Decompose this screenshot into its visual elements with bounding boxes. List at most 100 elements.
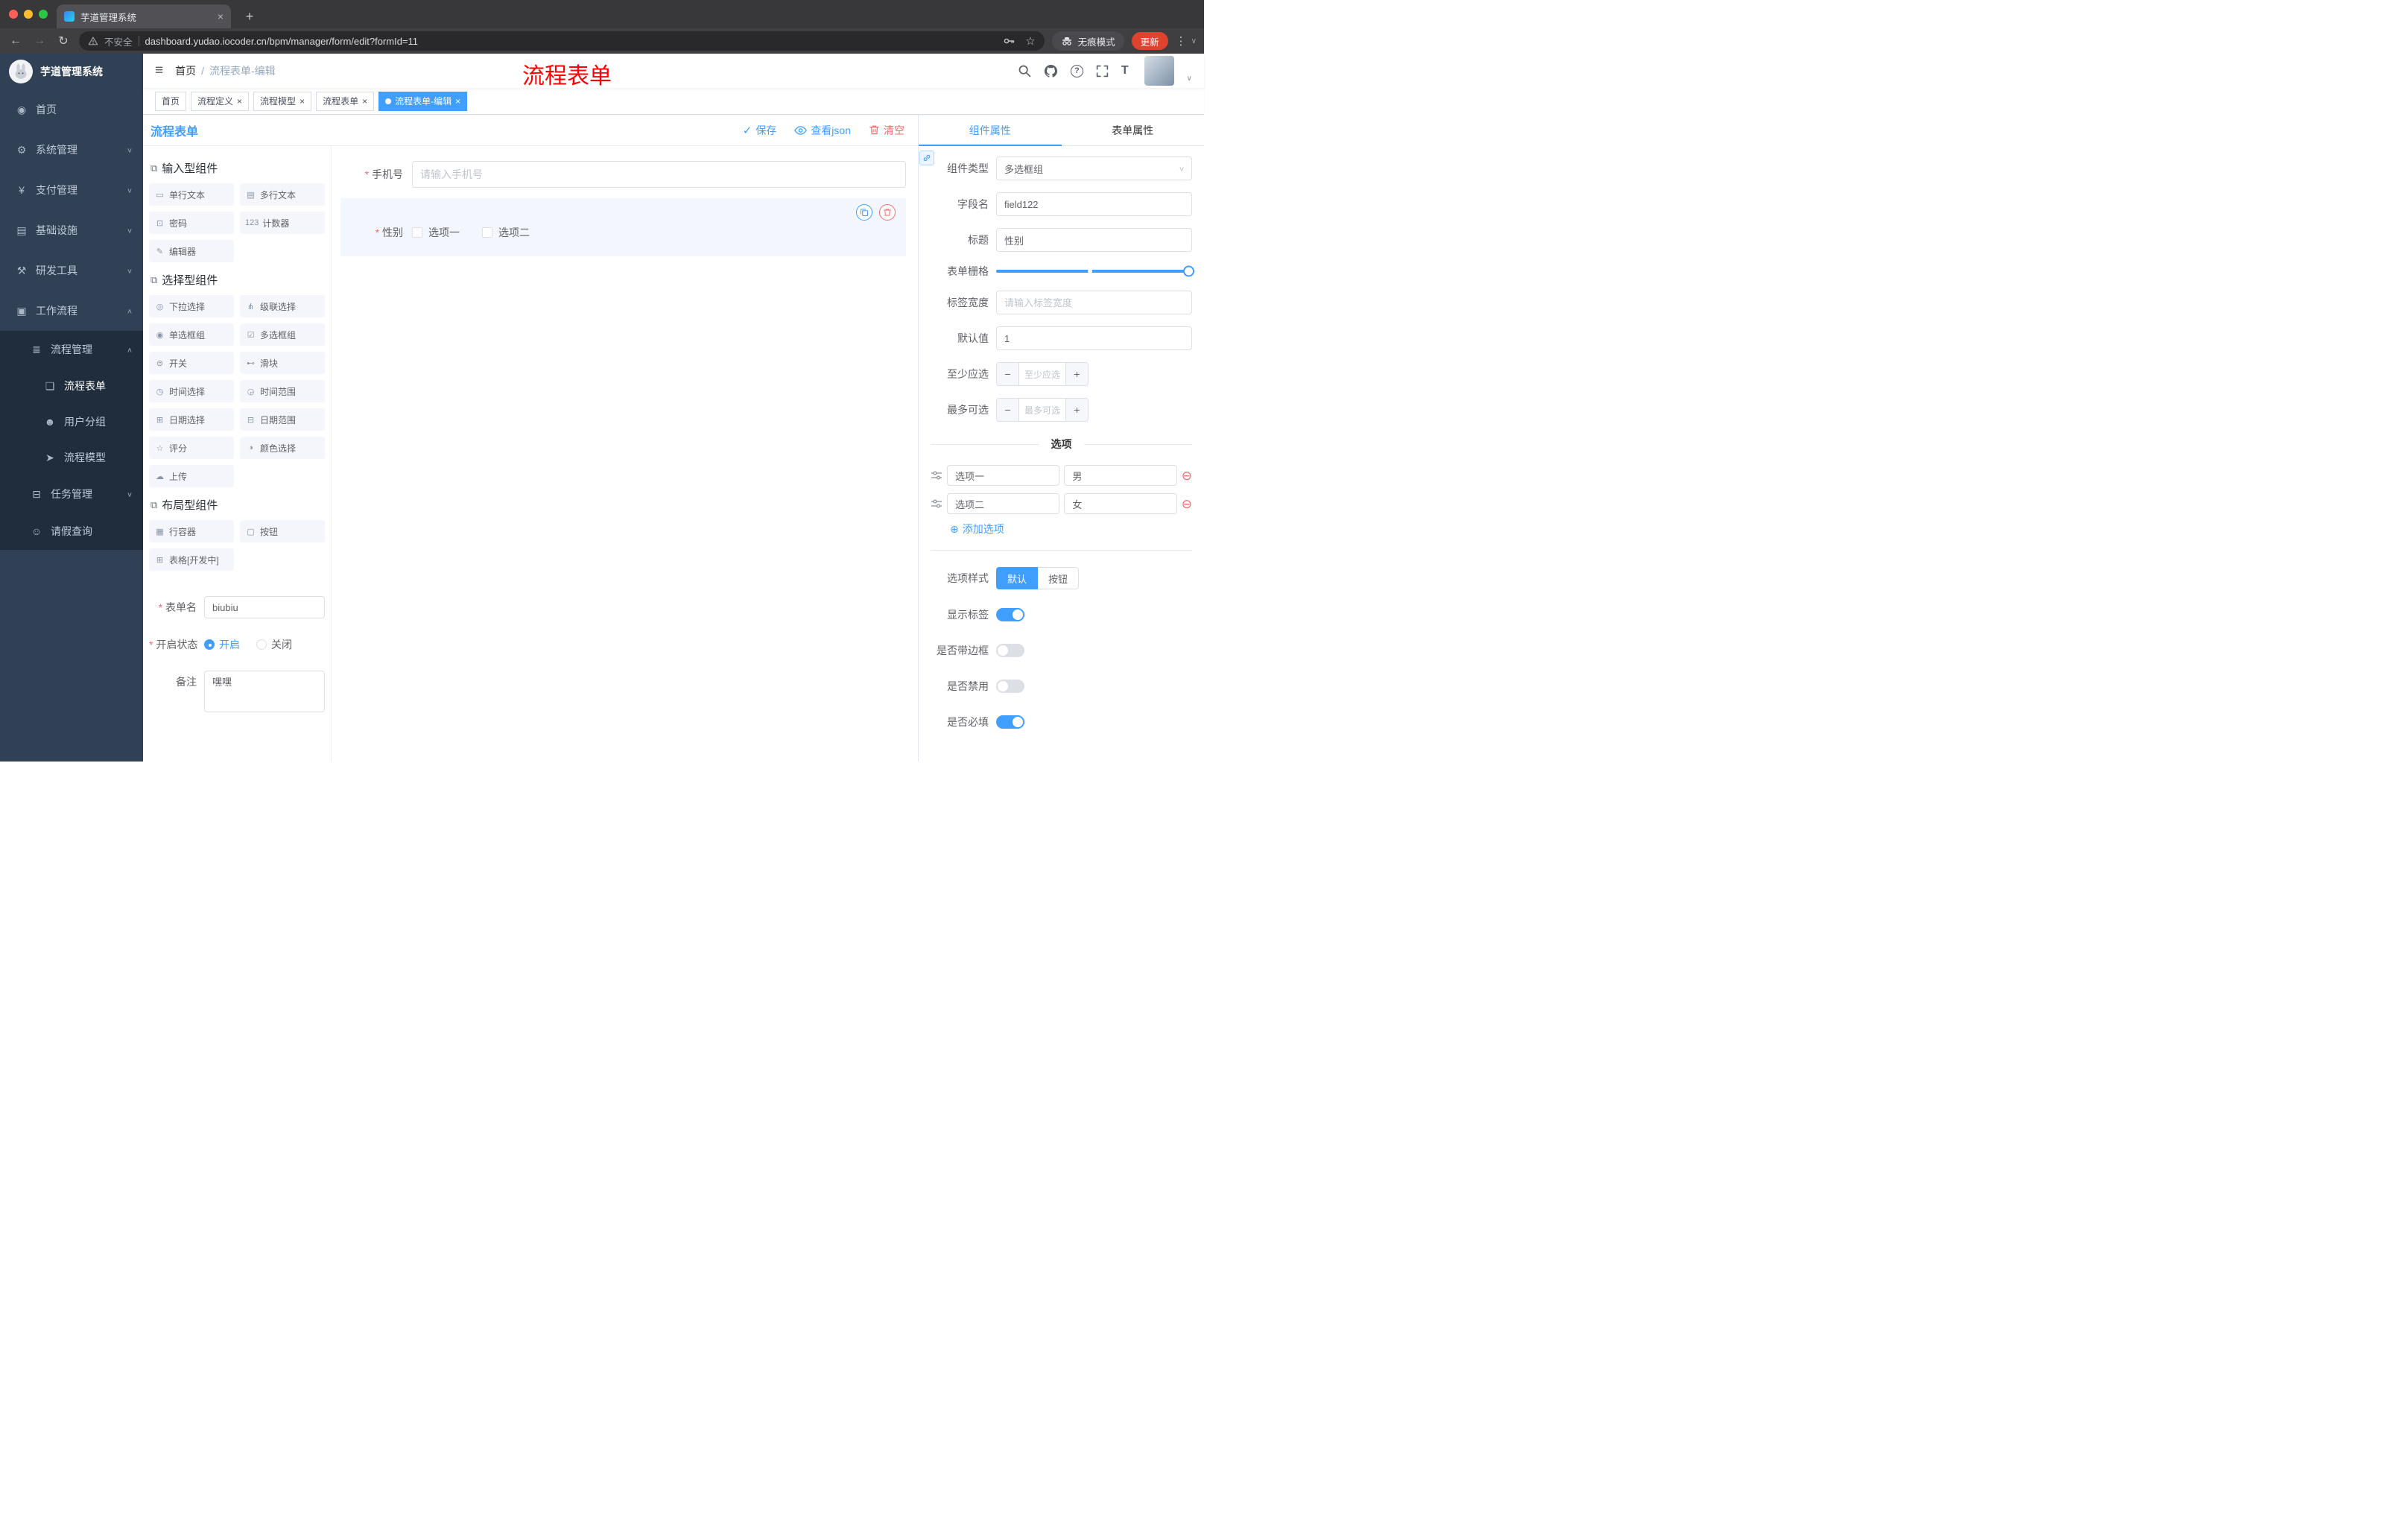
- palette-item-slider[interactable]: ⊷ 滑块: [240, 352, 325, 374]
- sidebar-item-process-management[interactable]: ≣ 流程管理 ∧: [0, 331, 143, 368]
- palette-item-switch[interactable]: ⊜ 开关: [149, 352, 234, 374]
- drag-handle-icon[interactable]: [931, 469, 942, 481]
- palette-item-cascader[interactable]: ⋔ 级联选择: [240, 295, 325, 317]
- tab-close-icon[interactable]: ×: [362, 97, 367, 106]
- password-key-icon[interactable]: [1003, 35, 1015, 47]
- browser-back-button[interactable]: ←: [7, 34, 24, 48]
- sidebar-item-dev-tools[interactable]: ⚒ 研发工具 ∨: [0, 250, 143, 291]
- palette-item-select[interactable]: ◎ 下拉选择: [149, 295, 234, 317]
- tab-form-props[interactable]: 表单属性: [1062, 115, 1205, 145]
- tab-close-icon[interactable]: ×: [218, 10, 224, 22]
- window-close-button[interactable]: [9, 10, 18, 19]
- palette-item-checkbox-group[interactable]: ☑ 多选框组: [240, 323, 325, 346]
- font-size-icon[interactable]: T: [1121, 64, 1129, 77]
- sidebar-item-process-model[interactable]: ➤ 流程模型: [0, 440, 143, 475]
- palette-item-editor[interactable]: ✎ 编辑器: [149, 240, 234, 262]
- palette-item-password[interactable]: ⊡ 密码: [149, 212, 234, 234]
- tab-close-icon[interactable]: ×: [300, 97, 305, 106]
- sidebar-item-process-form[interactable]: ❏ 流程表单: [0, 368, 143, 404]
- browser-tab[interactable]: 芋道管理系统 ×: [57, 4, 231, 28]
- status-radio-off[interactable]: 关闭: [256, 637, 292, 652]
- breadcrumb-home[interactable]: 首页: [175, 63, 196, 78]
- sidebar-item-payment-management[interactable]: ¥ 支付管理 ∨: [0, 170, 143, 210]
- palette-item-time-range[interactable]: ◶ 时间范围: [240, 380, 325, 402]
- sidebar-item-infrastructure[interactable]: ▤ 基础设施 ∨: [0, 210, 143, 250]
- checkbox-option-2[interactable]: 选项二: [482, 225, 530, 240]
- stepper-placeholder[interactable]: 至少应选: [1019, 363, 1065, 385]
- tab-process-model[interactable]: 流程模型 ×: [253, 91, 312, 111]
- view-json-button[interactable]: 查看json: [794, 123, 851, 138]
- stepper-plus-button[interactable]: +: [1065, 399, 1088, 421]
- option-value-input[interactable]: [1064, 465, 1177, 486]
- palette-item-time-picker[interactable]: ◷ 时间选择: [149, 380, 234, 402]
- palette-item-radio-group[interactable]: ◉ 单选框组: [149, 323, 234, 346]
- form-grid-slider[interactable]: [996, 265, 1194, 277]
- browser-reload-button[interactable]: ↻: [55, 34, 72, 48]
- border-switch[interactable]: [996, 644, 1024, 657]
- tab-component-props[interactable]: 组件属性: [919, 115, 1062, 146]
- phone-field[interactable]: 手机号: [340, 161, 906, 188]
- sidebar-item-task-management[interactable]: ⊟ 任务管理 ∨: [0, 475, 143, 513]
- sidebar-item-user-group[interactable]: ☻ 用户分组: [0, 404, 143, 440]
- browser-update-button[interactable]: 更新: [1131, 32, 1168, 50]
- palette-item-single-text[interactable]: ▭ 单行文本: [149, 183, 234, 206]
- phone-input[interactable]: [412, 161, 906, 188]
- form-name-input[interactable]: [204, 596, 325, 618]
- sidebar-logo[interactable]: 芋道管理系统: [0, 54, 143, 89]
- status-radio-on[interactable]: 开启: [204, 637, 240, 652]
- chrome-caret-down-icon[interactable]: ∨: [1191, 37, 1197, 45]
- remark-textarea[interactable]: 嘿嘿: [204, 671, 325, 712]
- stepper-placeholder[interactable]: 最多可选: [1019, 399, 1065, 421]
- palette-item-date-range[interactable]: ⊟ 日期范围: [240, 408, 325, 431]
- checkbox-option-1[interactable]: 选项一: [412, 225, 460, 240]
- tab-home[interactable]: 首页: [155, 91, 187, 111]
- window-minimize-button[interactable]: [24, 10, 33, 19]
- remove-option-button[interactable]: ⊖: [1182, 469, 1192, 482]
- component-type-select[interactable]: 多选框组 ∨: [996, 156, 1192, 180]
- form-canvas[interactable]: 手机号 性别: [332, 146, 918, 762]
- help-icon[interactable]: ?: [1070, 64, 1083, 77]
- palette-item-upload[interactable]: ☁ 上传: [149, 465, 234, 487]
- remove-option-button[interactable]: ⊖: [1182, 498, 1192, 510]
- label-width-input[interactable]: [996, 291, 1192, 314]
- browser-menu-button[interactable]: ⋮: [1176, 34, 1187, 48]
- slider-handle[interactable]: [1183, 265, 1194, 277]
- browser-forward-button[interactable]: →: [31, 34, 48, 48]
- option-style-default-button[interactable]: 默认: [996, 567, 1039, 589]
- palette-item-color-picker[interactable]: ◑ 颜色选择: [240, 437, 325, 459]
- option-name-input[interactable]: [947, 493, 1060, 514]
- palette-item-date-picker[interactable]: ⊞ 日期选择: [149, 408, 234, 431]
- stepper-plus-button[interactable]: +: [1065, 363, 1088, 385]
- title-input[interactable]: [996, 228, 1192, 252]
- omnibox[interactable]: 不安全 dashboard.yudao.iocoder.cn/bpm/manag…: [79, 31, 1045, 51]
- sidebar-item-home[interactable]: ◉ 首页: [0, 89, 143, 130]
- tab-close-icon[interactable]: ×: [237, 97, 242, 106]
- copy-widget-button[interactable]: [856, 204, 872, 221]
- fullscreen-icon[interactable]: [1096, 65, 1109, 77]
- palette-item-table[interactable]: ⊞ 表格[开发中]: [149, 548, 234, 571]
- option-style-button-button[interactable]: 按钮: [1038, 567, 1080, 589]
- required-switch[interactable]: [996, 715, 1024, 729]
- field-name-input[interactable]: [996, 192, 1192, 216]
- sidebar-item-workflow[interactable]: ▣ 工作流程 ∧: [0, 291, 143, 331]
- tab-close-icon[interactable]: ×: [455, 97, 460, 106]
- option-value-input[interactable]: [1064, 493, 1177, 514]
- user-avatar[interactable]: [1144, 56, 1174, 86]
- option-name-input[interactable]: [947, 465, 1060, 486]
- show-label-switch[interactable]: [996, 608, 1024, 621]
- hamburger-button[interactable]: ≡: [155, 63, 163, 79]
- clear-button[interactable]: 清空: [869, 123, 904, 138]
- drag-handle-icon[interactable]: [931, 498, 942, 510]
- palette-item-button[interactable]: ▢ 按钮: [240, 520, 325, 542]
- save-button[interactable]: ✓ 保存: [743, 123, 777, 138]
- stepper-minus-button[interactable]: −: [997, 363, 1019, 385]
- avatar-caret-down-icon[interactable]: ∨: [1187, 75, 1192, 83]
- palette-item-multi-text[interactable]: ▤ 多行文本: [240, 183, 325, 206]
- delete-widget-button[interactable]: [879, 204, 896, 221]
- bookmark-star-icon[interactable]: ☆: [1025, 34, 1035, 48]
- link-icon[interactable]: [919, 151, 934, 165]
- stepper-minus-button[interactable]: −: [997, 399, 1019, 421]
- search-icon[interactable]: [1018, 64, 1031, 77]
- palette-item-counter[interactable]: 123 计数器: [240, 212, 325, 234]
- window-zoom-button[interactable]: [39, 10, 48, 19]
